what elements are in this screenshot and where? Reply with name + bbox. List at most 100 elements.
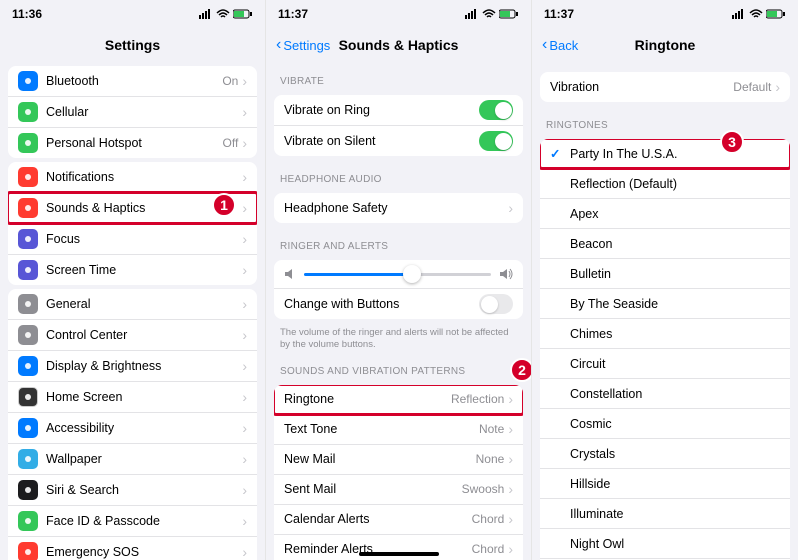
chevron-right-icon: › [242, 358, 247, 374]
vibration-row[interactable]: VibrationDefault› [540, 72, 790, 102]
clock: 11:37 [278, 7, 308, 21]
settings-row[interactable]: BluetoothOn› [8, 66, 257, 97]
section-vibrate: VIBRATE [266, 62, 531, 91]
row-icon [18, 102, 38, 122]
ringtone-row[interactable]: Chimes [540, 319, 790, 349]
sound-row[interactable]: Sent MailSwoosh› [274, 475, 523, 505]
chevron-right-icon: › [242, 482, 247, 498]
row-label: Display & Brightness [46, 359, 242, 373]
wifi-icon [216, 9, 230, 19]
settings-row[interactable]: Screen Time› [8, 255, 257, 285]
callout-1: 1 [212, 193, 236, 217]
chevron-right-icon: › [242, 513, 247, 529]
wifi-icon [749, 9, 763, 19]
ringtone-row[interactable]: Beacon [540, 229, 790, 259]
page-title: Sounds & Haptics [339, 37, 459, 53]
checkmark-icon: ✓ [550, 146, 564, 161]
battery-icon [766, 9, 786, 19]
settings-row[interactable]: Face ID & Passcode› [8, 506, 257, 537]
row-label: Wallpaper [46, 452, 242, 466]
row-value: Chord [472, 542, 505, 556]
chevron-right-icon: › [242, 420, 247, 436]
vibrate-on-ring-row[interactable]: Vibrate on Ring [274, 95, 523, 126]
settings-row[interactable]: General› [8, 289, 257, 320]
ringtone-label: Illuminate [570, 507, 780, 521]
sound-row[interactable]: Text ToneNote› [274, 415, 523, 445]
settings-row[interactable]: Notifications› [8, 162, 257, 193]
settings-row[interactable]: Cellular› [8, 97, 257, 128]
chevron-right-icon: › [242, 451, 247, 467]
back-button[interactable]: ‹Back [542, 37, 578, 53]
settings-row[interactable]: Home Screen› [8, 382, 257, 413]
toggle-on[interactable] [479, 131, 513, 151]
ringtone-row[interactable]: Circuit [540, 349, 790, 379]
sound-row[interactable]: Calendar AlertsChord› [274, 505, 523, 535]
ringtone-row[interactable]: Night Owl [540, 529, 790, 559]
sounds-content[interactable]: VIBRATE Vibrate on Ring Vibrate on Silen… [266, 62, 531, 560]
ringtone-row[interactable]: Illuminate [540, 499, 790, 529]
settings-row[interactable]: Personal HotspotOff› [8, 128, 257, 158]
back-label: Settings [283, 38, 330, 53]
speaker-high-icon [499, 268, 513, 280]
chevron-right-icon: › [242, 327, 247, 343]
back-button[interactable]: ‹Settings [276, 37, 330, 53]
sound-row[interactable]: Reminder AlertsChord› [274, 535, 523, 560]
ringtone-row[interactable]: Hillside [540, 469, 790, 499]
volume-footnote: The volume of the ringer and alerts will… [266, 323, 531, 352]
volume-slider[interactable] [304, 273, 491, 276]
ringtone-label: Hillside [570, 477, 780, 491]
ringtone-row[interactable]: Crystals [540, 439, 790, 469]
settings-row[interactable]: Display & Brightness› [8, 351, 257, 382]
ringtone-row[interactable]: Bulletin [540, 259, 790, 289]
row-label: Calendar Alerts [284, 512, 472, 526]
row-label: Emergency SOS [46, 545, 242, 559]
ringtone-row[interactable]: Cosmic [540, 409, 790, 439]
settings-row[interactable]: Wallpaper› [8, 444, 257, 475]
row-icon [18, 511, 38, 531]
ringtone-row[interactable]: Constellation [540, 379, 790, 409]
chevron-right-icon: › [508, 511, 513, 527]
ringtone-label: By The Seaside [570, 297, 780, 311]
ringtone-content[interactable]: VibrationDefault› RINGTONES ✓Party In Th… [532, 62, 798, 560]
status-bar: 11:36 [0, 0, 265, 28]
change-with-buttons-row[interactable]: Change with Buttons [274, 289, 523, 319]
chevron-right-icon: › [775, 79, 780, 95]
settings-list[interactable]: BluetoothOn›Cellular›Personal HotspotOff… [0, 62, 265, 560]
home-indicator [359, 552, 439, 556]
settings-row[interactable]: Emergency SOS› [8, 537, 257, 560]
section-ringer: RINGER AND ALERTS [266, 227, 531, 256]
callout-3: 3 [720, 130, 744, 154]
settings-row[interactable]: Siri & Search› [8, 475, 257, 506]
ringtone-selected-row[interactable]: ✓Party In The U.S.A. [540, 139, 790, 169]
settings-row[interactable]: Accessibility› [8, 413, 257, 444]
row-icon [18, 449, 38, 469]
volume-slider-row[interactable] [274, 260, 523, 289]
callout-2: 2 [510, 358, 532, 382]
row-value: Reflection [451, 392, 504, 406]
chevron-right-icon: › [242, 169, 247, 185]
battery-icon [499, 9, 519, 19]
ringtone-row[interactable]: By The Seaside [540, 289, 790, 319]
sounds-haptics-screen: 11:37 ‹Settings Sounds & Haptics VIBRATE… [266, 0, 532, 560]
row-label: Ringtone [284, 392, 451, 406]
row-icon [18, 480, 38, 500]
chevron-right-icon: › [508, 481, 513, 497]
chevron-right-icon: › [508, 541, 513, 557]
settings-row[interactable]: Focus› [8, 224, 257, 255]
sound-row[interactable]: New MailNone› [274, 445, 523, 475]
row-label: Siri & Search [46, 483, 242, 497]
vibrate-on-silent-row[interactable]: Vibrate on Silent [274, 126, 523, 156]
ringtone-label: Circuit [570, 357, 780, 371]
toggle-on[interactable] [479, 100, 513, 120]
toggle-off[interactable] [479, 294, 513, 314]
headphone-safety-row[interactable]: Headphone Safety› [274, 193, 523, 223]
ringtone-row[interactable]: Apex [540, 199, 790, 229]
row-icon [18, 167, 38, 187]
back-label: Back [549, 38, 578, 53]
settings-row[interactable]: Control Center› [8, 320, 257, 351]
ringtone-row[interactable]: Reflection (Default) [540, 169, 790, 199]
sound-row[interactable]: RingtoneReflection› [274, 385, 523, 415]
battery-icon [233, 9, 253, 19]
signal-icon [732, 9, 746, 19]
row-label: Home Screen [46, 390, 242, 404]
